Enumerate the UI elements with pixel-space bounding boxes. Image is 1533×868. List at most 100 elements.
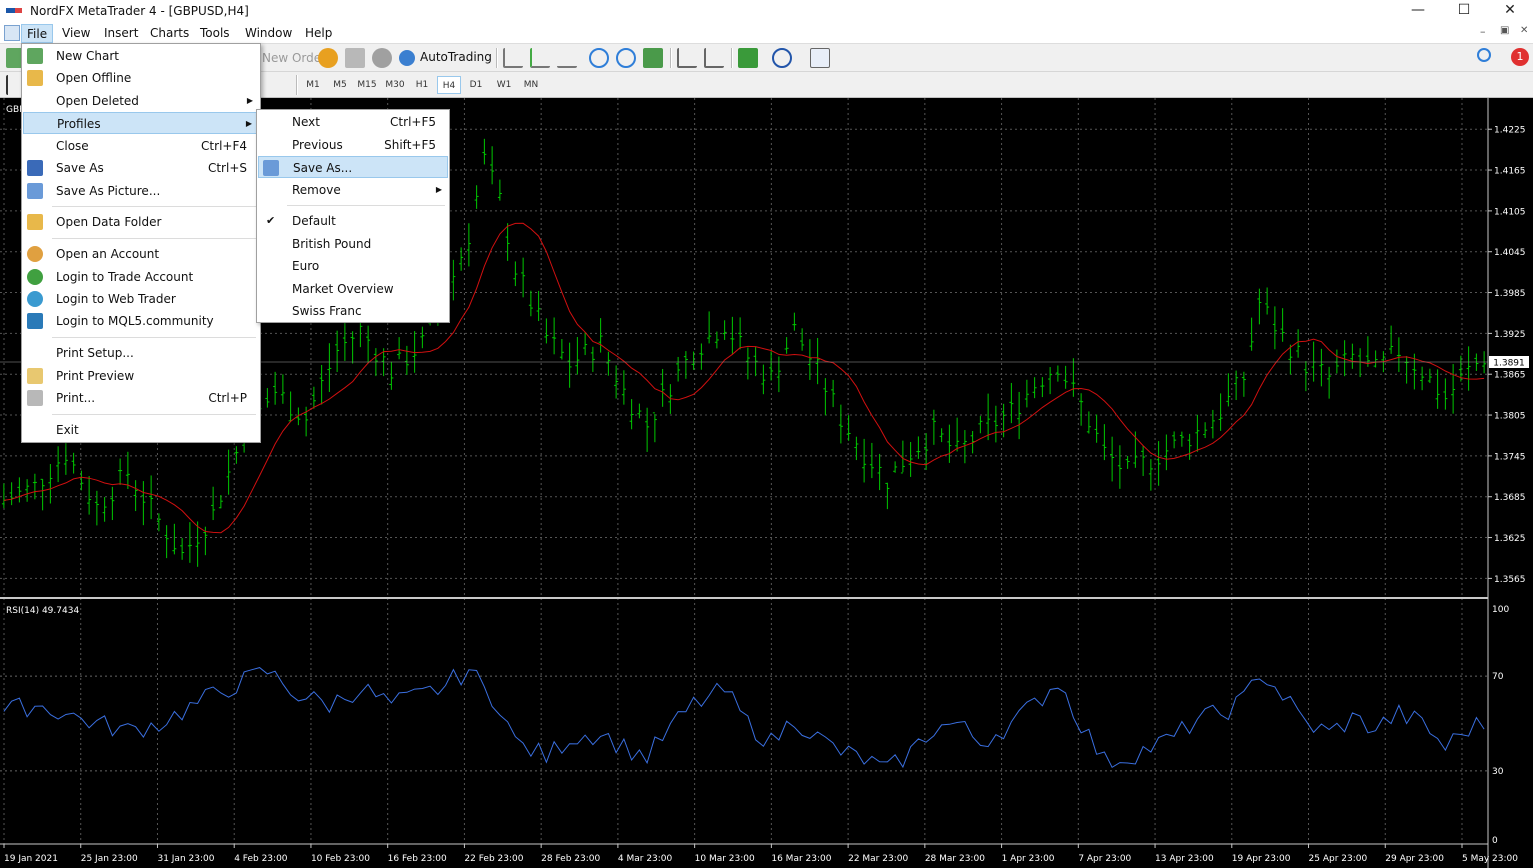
chart-shift-icon[interactable] [677, 48, 697, 68]
price-tick-label: 1.4045 [1494, 248, 1526, 258]
file-menu-new-chart[interactable]: New Chart [23, 45, 259, 67]
line-chart-icon[interactable] [557, 48, 577, 68]
mdi-restore-icon[interactable]: ▣ [1500, 25, 1509, 36]
rsi-tick-label: 0 [1492, 836, 1498, 846]
autotrading-icon[interactable] [399, 50, 415, 66]
autotrading-button[interactable]: AutoTrading [420, 50, 492, 64]
signals-icon[interactable] [372, 48, 392, 68]
menu-window[interactable]: Window [240, 24, 297, 43]
title-bar: NordFX MetaTrader 4 - [GBPUSD,H4] — ☐ ✕ [0, 0, 1533, 22]
login-icon [27, 269, 43, 285]
timeframe-h1[interactable]: H1 [410, 76, 434, 94]
file-menu-open-offline[interactable]: Open Offline [23, 67, 259, 89]
file-menu-login-web[interactable]: Login to Web Trader [23, 288, 259, 310]
save-profile-icon [263, 160, 279, 176]
time-tick-label: 19 Apr 23:00 [1232, 854, 1291, 864]
file-menu-open-data-folder[interactable]: Open Data Folder [23, 211, 259, 233]
menu-tools[interactable]: Tools [195, 24, 235, 43]
price-tick-label: 1.3865 [1494, 371, 1526, 381]
price-tick-label: 1.3805 [1494, 412, 1526, 422]
profiles-previous[interactable]: Previous Shift+F5 [258, 134, 448, 156]
file-menu-print-preview[interactable]: Print Preview [23, 365, 259, 387]
indicators-icon[interactable] [738, 48, 758, 68]
file-menu-print-setup[interactable]: Print Setup... [23, 342, 259, 364]
web-icon [27, 291, 43, 307]
chart-window-icon[interactable] [4, 25, 20, 41]
time-tick-label: 1 Apr 23:00 [1002, 854, 1055, 864]
timeframe-m30[interactable]: M30 [383, 76, 407, 94]
menu-charts[interactable]: Charts [145, 24, 194, 43]
autoscroll-icon[interactable] [704, 48, 724, 68]
timeframe-mn[interactable]: MN [519, 76, 543, 94]
file-menu-save-as[interactable]: Save As Ctrl+S [23, 157, 259, 179]
menu-file[interactable]: File [21, 24, 54, 43]
search-icon[interactable] [1477, 48, 1491, 62]
file-menu-save-as-picture[interactable]: Save As Picture... [23, 180, 259, 202]
bar-chart-icon[interactable] [503, 48, 523, 68]
time-tick-label: 10 Feb 23:00 [311, 854, 370, 864]
zoom-in-icon[interactable] [589, 48, 609, 68]
folder-icon [27, 214, 43, 230]
metaeditor-icon[interactable] [318, 48, 338, 68]
mql5-icon [27, 313, 43, 329]
timeframe-d1[interactable]: D1 [464, 76, 488, 94]
profiles-euro[interactable]: Euro [258, 255, 448, 277]
file-menu-close[interactable]: Close Ctrl+F4 [23, 135, 259, 157]
printer-icon [27, 390, 43, 406]
notification-badge[interactable]: 1 [1511, 48, 1529, 66]
zoom-out-icon[interactable] [616, 48, 636, 68]
file-menu-open-deleted[interactable]: Open Deleted ▶ [23, 90, 259, 112]
file-menu-print[interactable]: Print... Ctrl+P [23, 387, 259, 409]
profiles-next[interactable]: Next Ctrl+F5 [258, 111, 448, 133]
profiles-market-overview[interactable]: Market Overview [258, 278, 448, 300]
subwindow-separator [0, 597, 1488, 599]
periods-icon[interactable] [772, 48, 792, 68]
profiles-british-pound[interactable]: British Pound [258, 233, 448, 255]
window-title: NordFX MetaTrader 4 - [GBPUSD,H4] [30, 4, 249, 18]
account-icon [27, 246, 43, 262]
time-tick-label: 31 Jan 23:00 [157, 854, 214, 864]
file-menu-open-account[interactable]: Open an Account [23, 243, 259, 265]
candle-chart-icon[interactable] [530, 48, 550, 68]
new-chart-icon [27, 48, 43, 64]
history-icon[interactable] [345, 48, 365, 68]
menu-view[interactable]: View [57, 24, 95, 43]
time-tick-label: 7 Apr 23:00 [1078, 854, 1131, 864]
menu-insert[interactable]: Insert [99, 24, 143, 43]
time-tick-label: 29 Apr 23:00 [1385, 854, 1444, 864]
time-tick-label: 19 Jan 2021 [4, 854, 58, 864]
print-preview-icon [27, 368, 43, 384]
profiles-submenu: Next Ctrl+F5 Previous Shift+F5 Save As... … [256, 109, 450, 323]
time-tick-label: 16 Feb 23:00 [388, 854, 447, 864]
file-menu: New Chart Open Offline Open Deleted ▶ Pro… [21, 43, 261, 443]
app-logo-icon [6, 5, 24, 17]
templates-icon[interactable] [810, 48, 830, 68]
mdi-close-icon[interactable]: ✕ [1520, 25, 1528, 36]
profiles-remove[interactable]: Remove ▶ [258, 179, 448, 201]
file-menu-login-mql5[interactable]: Login to MQL5.community [23, 310, 259, 332]
price-tick-label: 1.3745 [1494, 452, 1526, 462]
close-icon[interactable]: ✕ [1487, 0, 1533, 22]
timeframe-m15[interactable]: M15 [355, 76, 379, 94]
timeframe-m5[interactable]: M5 [328, 76, 352, 94]
mdi-minimize-icon[interactable]: – [1480, 25, 1486, 38]
time-tick-label: 22 Feb 23:00 [464, 854, 523, 864]
profiles-default[interactable]: ✔ Default [258, 210, 448, 232]
tile-windows-icon[interactable] [643, 48, 663, 68]
timeframe-m1[interactable]: M1 [301, 76, 325, 94]
menu-help[interactable]: Help [300, 24, 337, 43]
file-menu-exit[interactable]: Exit [23, 419, 259, 441]
time-tick-label: 25 Apr 23:00 [1309, 854, 1368, 864]
profiles-save-as[interactable]: Save As... [258, 156, 448, 178]
maximize-icon[interactable]: ☐ [1441, 0, 1487, 22]
profiles-swiss-franc[interactable]: Swiss Franc [258, 300, 448, 322]
minimize-icon[interactable]: — [1395, 0, 1441, 22]
rsi-line [3, 667, 1485, 769]
timeframe-h4[interactable]: H4 [437, 76, 461, 94]
time-tick-label: 28 Mar 23:00 [925, 854, 985, 864]
file-menu-login-trade[interactable]: Login to Trade Account [23, 266, 259, 288]
line-tools-icon[interactable] [262, 75, 282, 95]
file-menu-profiles[interactable]: Profiles ▶ [23, 112, 259, 134]
new-order-button[interactable]: New Order [262, 51, 326, 65]
timeframe-w1[interactable]: W1 [492, 76, 516, 94]
